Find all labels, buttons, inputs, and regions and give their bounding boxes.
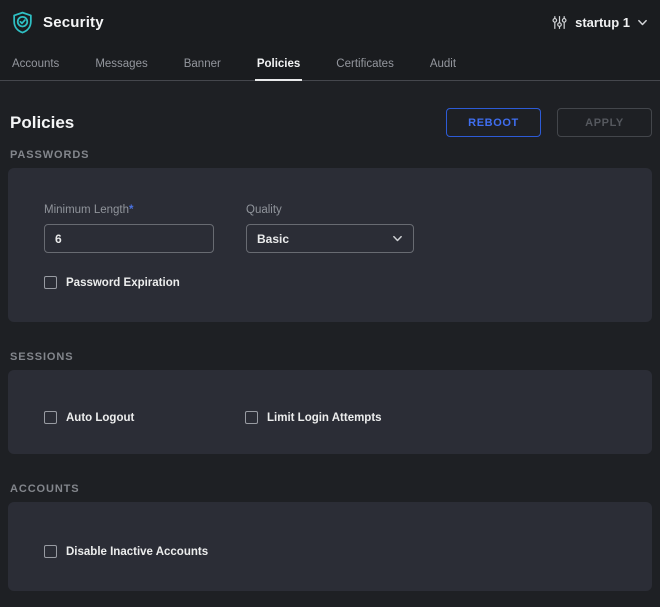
auto-logout-checkbox[interactable]	[44, 411, 57, 424]
limit-login-attempts-label: Limit Login Attempts	[267, 412, 382, 424]
content: Policies REBOOT APPLY PASSWORDS Minimum …	[0, 81, 660, 591]
auto-logout-label: Auto Logout	[66, 412, 134, 424]
tab-policies[interactable]: Policies	[255, 58, 302, 81]
sessions-checkbox-row: Auto Logout Limit Login Attempts	[44, 411, 652, 424]
chevron-down-icon	[392, 233, 403, 244]
device-name: startup 1	[575, 15, 630, 30]
password-expiration-checkbox[interactable]	[44, 276, 57, 289]
app-header: Security startup 1	[0, 0, 660, 45]
quality-select[interactable]: Basic	[246, 224, 414, 253]
required-mark: *	[129, 204, 133, 216]
limit-login-attempts-row: Limit Login Attempts	[245, 411, 382, 424]
quality-select-value: Basic	[257, 232, 392, 246]
minimum-length-input[interactable]	[44, 224, 214, 253]
device-selector[interactable]: startup 1	[551, 14, 648, 31]
tab-accounts[interactable]: Accounts	[10, 58, 61, 81]
app-title: Security	[43, 14, 104, 31]
passwords-card: Minimum Length* Quality Basic Password E…	[8, 168, 652, 322]
minimum-length-field: Minimum Length*	[44, 204, 214, 253]
section-label-passwords: PASSWORDS	[10, 149, 660, 161]
disable-inactive-accounts-row: Disable Inactive Accounts	[44, 545, 652, 558]
password-expiration-row: Password Expiration	[44, 276, 652, 289]
quality-field: Quality Basic	[246, 204, 414, 253]
tab-banner[interactable]: Banner	[182, 58, 223, 81]
reboot-button[interactable]: REBOOT	[446, 108, 541, 137]
page-title: Policies	[10, 113, 74, 133]
tab-messages[interactable]: Messages	[93, 58, 149, 81]
toolbar: Policies REBOOT APPLY	[0, 108, 660, 137]
disable-inactive-accounts-checkbox[interactable]	[44, 545, 57, 558]
tab-audit[interactable]: Audit	[428, 58, 458, 81]
limit-login-attempts-checkbox[interactable]	[245, 411, 258, 424]
minimum-length-label: Minimum Length*	[44, 204, 214, 216]
section-label-sessions: SESSIONS	[10, 351, 660, 363]
quality-label: Quality	[246, 204, 414, 216]
sessions-card: Auto Logout Limit Login Attempts	[8, 370, 652, 454]
toolbar-buttons: REBOOT APPLY	[446, 108, 652, 137]
tab-certificates[interactable]: Certificates	[334, 58, 396, 81]
chevron-down-icon	[637, 17, 648, 28]
accounts-card: Disable Inactive Accounts	[8, 502, 652, 591]
section-label-accounts: ACCOUNTS	[10, 483, 660, 495]
auto-logout-row: Auto Logout	[44, 411, 245, 424]
apply-button[interactable]: APPLY	[557, 108, 652, 137]
passwords-field-row: Minimum Length* Quality Basic	[44, 204, 652, 253]
password-expiration-label: Password Expiration	[66, 277, 180, 289]
tab-bar: Accounts Messages Banner Policies Certif…	[0, 45, 660, 81]
minimum-length-label-text: Minimum Length	[44, 204, 129, 216]
app-title-group: Security	[10, 10, 104, 35]
disable-inactive-accounts-label: Disable Inactive Accounts	[66, 546, 208, 558]
sliders-icon	[551, 14, 568, 31]
shield-check-icon	[10, 10, 35, 35]
